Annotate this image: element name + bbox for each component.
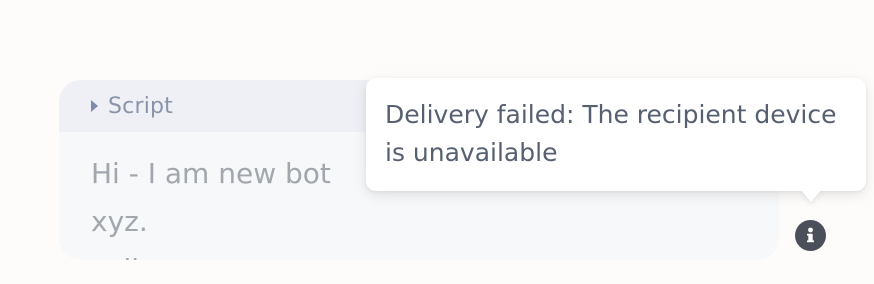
script-label: Script	[108, 93, 174, 119]
caret-right-icon[interactable]	[91, 100, 98, 112]
message-text-line-2: college.	[91, 246, 371, 260]
tooltip-text: Delivery failed: The recipient device is…	[385, 100, 837, 167]
delivery-status-tooltip: Delivery failed: The recipient device is…	[366, 78, 866, 191]
tooltip-arrow	[800, 189, 822, 202]
message-text-line-1: Hi - I am new bot xyz.	[91, 157, 331, 238]
info-icon[interactable]	[795, 220, 826, 251]
info-glyph	[807, 227, 814, 243]
message-body: Hi - I am new bot xyz. college.	[59, 132, 403, 260]
